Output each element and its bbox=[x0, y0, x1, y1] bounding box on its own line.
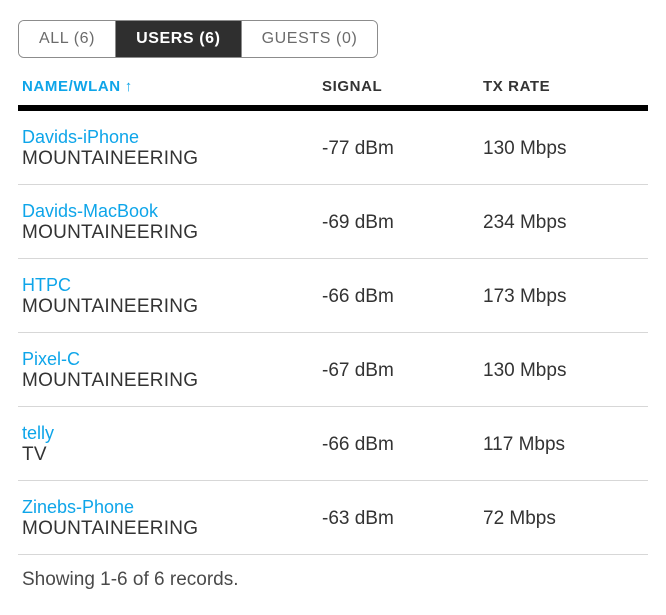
table-header-row: NAME/WLAN ↑ SIGNAL TX RATE bbox=[18, 74, 648, 111]
name-wlan-cell: Davids-iPhoneMOUNTAINEERING bbox=[22, 127, 322, 170]
col-tx-rate[interactable]: TX RATE bbox=[483, 78, 644, 95]
signal-value: -67 dBm bbox=[322, 360, 483, 382]
signal-value: -63 dBm bbox=[322, 508, 483, 530]
client-link[interactable]: Pixel-C bbox=[22, 349, 322, 370]
name-wlan-cell: HTPCMOUNTAINEERING bbox=[22, 275, 322, 318]
col-signal[interactable]: SIGNAL bbox=[322, 78, 483, 95]
wlan-label: MOUNTAINEERING bbox=[22, 148, 322, 170]
tx-rate-value: 130 Mbps bbox=[483, 360, 644, 382]
filter-tabs: ALL (6)USERS (6)GUESTS (0) bbox=[18, 20, 378, 58]
client-table: NAME/WLAN ↑ SIGNAL TX RATE Davids-iPhone… bbox=[18, 74, 648, 555]
table-row: Pixel-CMOUNTAINEERING-67 dBm130 Mbps bbox=[18, 333, 648, 407]
table-row: HTPCMOUNTAINEERING-66 dBm173 Mbps bbox=[18, 259, 648, 333]
client-link[interactable]: telly bbox=[22, 423, 322, 444]
wlan-label: MOUNTAINEERING bbox=[22, 296, 322, 318]
tx-rate-value: 130 Mbps bbox=[483, 138, 644, 160]
client-link[interactable]: HTPC bbox=[22, 275, 322, 296]
signal-value: -66 dBm bbox=[322, 286, 483, 308]
client-link[interactable]: Zinebs-Phone bbox=[22, 497, 322, 518]
col-label-tx: TX RATE bbox=[483, 78, 550, 95]
wlan-label: MOUNTAINEERING bbox=[22, 222, 322, 244]
name-wlan-cell: Pixel-CMOUNTAINEERING bbox=[22, 349, 322, 392]
wlan-label: MOUNTAINEERING bbox=[22, 518, 322, 540]
wlan-label: MOUNTAINEERING bbox=[22, 370, 322, 392]
client-link[interactable]: Davids-iPhone bbox=[22, 127, 322, 148]
tab-guests[interactable]: GUESTS (0) bbox=[241, 21, 378, 57]
name-wlan-cell: tellyTV bbox=[22, 423, 322, 466]
col-label-signal: SIGNAL bbox=[322, 78, 382, 95]
tab-all[interactable]: ALL (6) bbox=[19, 21, 115, 57]
table-row: Davids-iPhoneMOUNTAINEERING-77 dBm130 Mb… bbox=[18, 111, 648, 185]
table-footer: Showing 1-6 of 6 records. bbox=[18, 555, 648, 595]
signal-value: -69 dBm bbox=[322, 212, 483, 234]
wlan-label: TV bbox=[22, 444, 322, 466]
table-row: tellyTV-66 dBm117 Mbps bbox=[18, 407, 648, 481]
tx-rate-value: 234 Mbps bbox=[483, 212, 644, 234]
sort-asc-icon: ↑ bbox=[125, 78, 133, 95]
tx-rate-value: 173 Mbps bbox=[483, 286, 644, 308]
tx-rate-value: 117 Mbps bbox=[483, 434, 644, 456]
tx-rate-value: 72 Mbps bbox=[483, 508, 644, 530]
col-name-wlan[interactable]: NAME/WLAN ↑ bbox=[22, 78, 322, 95]
signal-value: -77 dBm bbox=[322, 138, 483, 160]
table-row: Zinebs-PhoneMOUNTAINEERING-63 dBm72 Mbps bbox=[18, 481, 648, 555]
col-label-name: NAME/WLAN bbox=[22, 78, 121, 95]
name-wlan-cell: Davids-MacBookMOUNTAINEERING bbox=[22, 201, 322, 244]
signal-value: -66 dBm bbox=[322, 434, 483, 456]
name-wlan-cell: Zinebs-PhoneMOUNTAINEERING bbox=[22, 497, 322, 540]
client-link[interactable]: Davids-MacBook bbox=[22, 201, 322, 222]
table-row: Davids-MacBookMOUNTAINEERING-69 dBm234 M… bbox=[18, 185, 648, 259]
tab-users[interactable]: USERS (6) bbox=[115, 21, 241, 57]
